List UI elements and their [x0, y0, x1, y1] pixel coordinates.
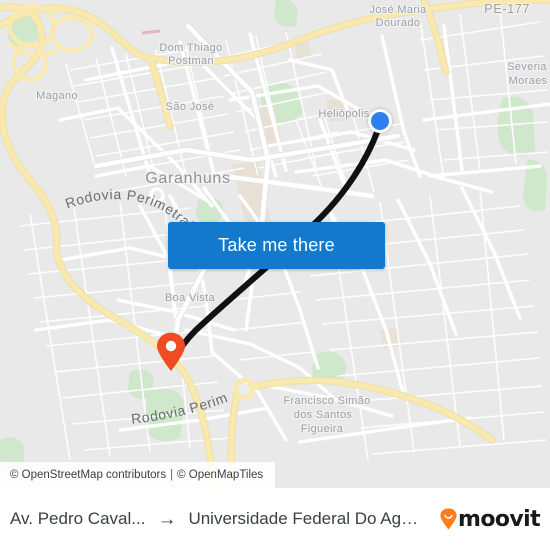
map-canvas[interactable]: Rodovia Perimetral Rodovia Perimetral Jo… — [0, 0, 550, 488]
minor-path — [141, 29, 161, 35]
moovit-logo[interactable]: moovit — [440, 506, 541, 532]
origin-pin[interactable] — [368, 109, 392, 133]
route-summary[interactable]: Av. Pedro Caval... → Universidade Federa… — [10, 509, 432, 529]
moovit-map-screen: Rodovia Perimetral Rodovia Perimetral Jo… — [0, 0, 550, 550]
route-origin-label: Av. Pedro Caval... — [10, 509, 146, 528]
attribution-openmaptiles[interactable]: © OpenMapTiles — [177, 469, 263, 481]
destination-pin[interactable] — [153, 332, 189, 372]
take-me-there-button[interactable]: Take me there — [168, 222, 385, 269]
arrow-right-icon: → — [157, 509, 177, 529]
attribution-separator: | — [170, 469, 174, 481]
route-footer-bar: Av. Pedro Caval... → Universidade Federa… — [0, 488, 550, 550]
map-attribution: © OpenStreetMap contributors | © OpenMap… — [0, 462, 276, 488]
moovit-wordmark: moovit — [458, 506, 541, 532]
attribution-osm[interactable]: © OpenStreetMap contributors — [10, 469, 166, 481]
route-destination-label: Universidade Federal Do Agrest... — [188, 509, 424, 528]
moovit-droplet-icon — [440, 508, 457, 530]
